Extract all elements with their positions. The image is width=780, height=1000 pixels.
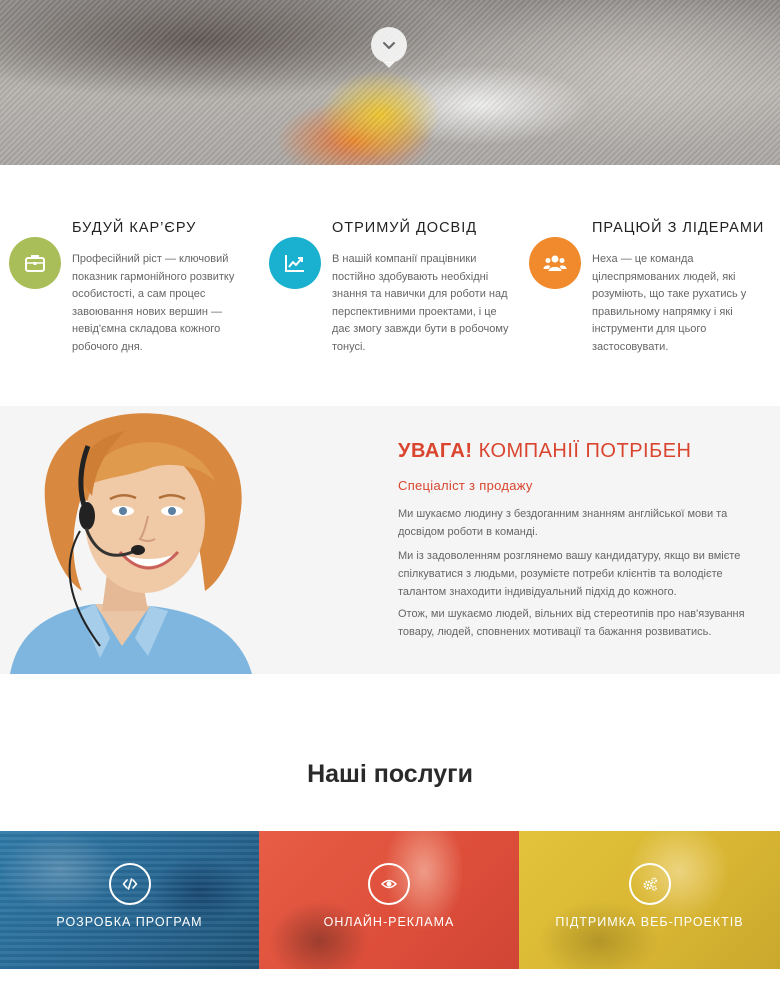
vacancy-paragraph: Ми шукаємо людину з бездоганним знанням … [398,508,728,538]
services-tiles: РОЗРОБКА ПРОГРАМ ОНЛАЙН-РЕКЛАМА ПІДТРИМК… [0,831,780,969]
feature-icon-circle [529,237,581,289]
service-icon-circle [628,863,671,905]
feature-text: Професійний ріст — ключовий показник гар… [72,253,235,353]
users-icon [543,255,567,271]
vacancy-paragraph: Ми із задоволенням розглянемо вашу канди… [398,550,741,598]
feature-icon-circle [9,237,61,289]
feature-text: Hexa — це команда цілеспрямованих людей,… [592,253,747,353]
service-tile-advertising[interactable]: ОНЛАЙН-РЕКЛАМА [259,831,519,969]
gears-icon [642,877,657,891]
service-icon-circle [108,863,151,905]
vacancy-subtitle: Спеціаліст з продажу [398,478,533,493]
briefcase-icon [25,255,45,272]
vacancy-title: УВАГА! КОМПАНІЇ ПОТРІБЕН [398,440,692,463]
feature-icon-circle [269,237,321,289]
service-label: ОНЛАЙН-РЕКЛАМА [323,915,455,929]
vacancy-title-bold: УВАГА! [398,440,473,462]
service-icon-circle [368,863,410,905]
eye-icon [381,879,397,889]
feature-title: БУДУЙ КАР’ЄРУ [72,220,197,236]
service-tile-development[interactable]: РОЗРОБКА ПРОГРАМ [0,831,259,969]
service-label: РОЗРОБКА ПРОГРАМ [56,915,203,929]
hero-banner [0,0,780,165]
vacancy-section: УВАГА! КОМПАНІЇ ПОТРІБЕН Спеціаліст з пр… [0,406,780,674]
services-title: Наші послуги [307,760,473,788]
feature-title: ПРАЦЮЙ З ЛІДЕРАМИ [592,220,765,236]
vacancy-title-rest: КОМПАНІЇ ПОТРІБЕН [472,440,692,462]
scroll-button-pointer [383,62,395,68]
chart-line-icon [285,255,304,272]
feature-text: В нашій компанії працівники постійно здо… [332,253,509,353]
operator-photo [0,406,260,674]
scroll-down-button[interactable] [371,27,407,63]
chevron-down-icon [383,42,395,49]
features-section: БУДУЙ КАР’ЄРУ Професійний ріст — ключови… [0,165,780,406]
vacancy-paragraph: Отож, ми шукаємо людей, вільних від стер… [398,608,745,638]
feature-title: ОТРИМУЙ ДОСВІД [332,220,478,236]
service-label: ПІДТРИМКА ВЕБ-ПРОЕКТІВ [555,915,744,929]
service-tile-support[interactable]: ПІДТРИМКА ВЕБ-ПРОЕКТІВ [519,831,780,969]
code-icon [122,878,137,890]
